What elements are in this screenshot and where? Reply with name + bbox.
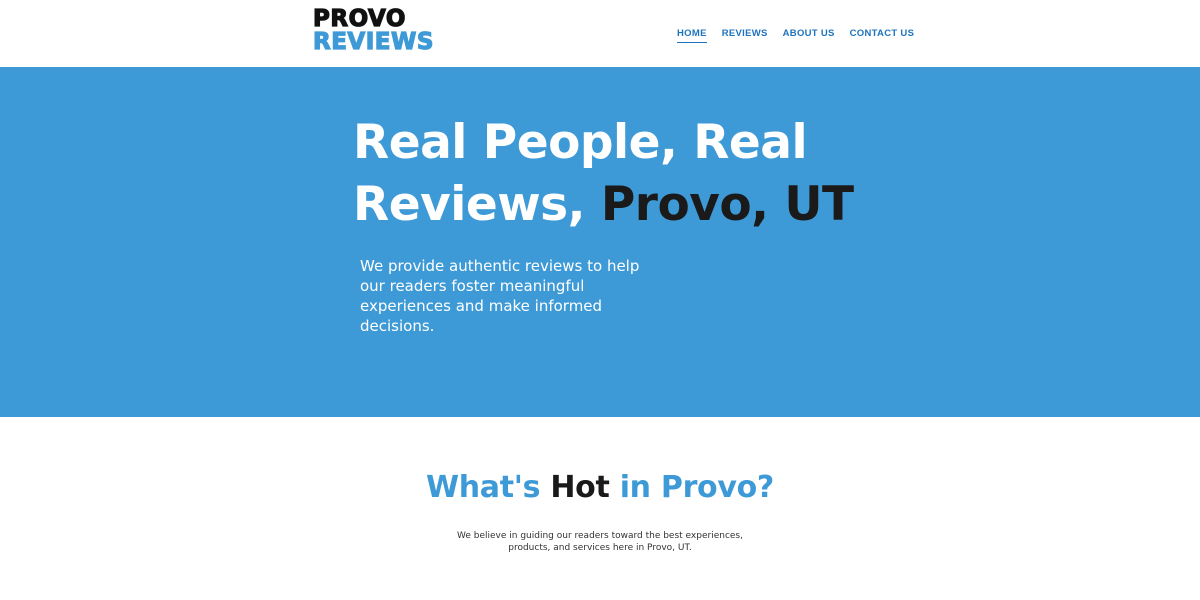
hero-title-location: Provo, UT: [600, 177, 854, 232]
nav-item-contact-us[interactable]: CONTACT US: [850, 28, 915, 43]
hero-section: Real People, Real Reviews, Provo, UT We …: [0, 67, 1200, 417]
hot-title-part1: What's: [425, 470, 551, 505]
logo-line-provo: PROVO: [312, 6, 406, 32]
hero-description: We provide authentic reviews to help our…: [360, 257, 640, 335]
hot-section-description: We believe in guiding our readers toward…: [456, 531, 743, 553]
nav-item-home[interactable]: HOME: [677, 28, 707, 43]
hero-title: Real People, Real Reviews, Provo, UT: [353, 112, 873, 236]
logo-line-reviews: REVIEWS: [312, 29, 434, 55]
site-header: PROVO REVIEWS HOME REVIEWS ABOUT US CONT…: [0, 0, 1200, 67]
hot-title-part3: in Provo?: [609, 470, 775, 505]
hot-title-highlight: Hot: [550, 470, 610, 505]
site-logo[interactable]: PROVO REVIEWS: [312, 6, 438, 56]
hero-title-line2-white: Reviews,: [353, 177, 601, 232]
main-nav: HOME REVIEWS ABOUT US CONTACT US: [677, 28, 929, 43]
hero-title-line1: Real People, Real: [353, 115, 808, 170]
hot-section-title: What's Hot in Provo?: [0, 470, 1200, 505]
nav-item-reviews[interactable]: REVIEWS: [722, 28, 768, 43]
nav-item-about-us[interactable]: ABOUT US: [783, 28, 835, 43]
